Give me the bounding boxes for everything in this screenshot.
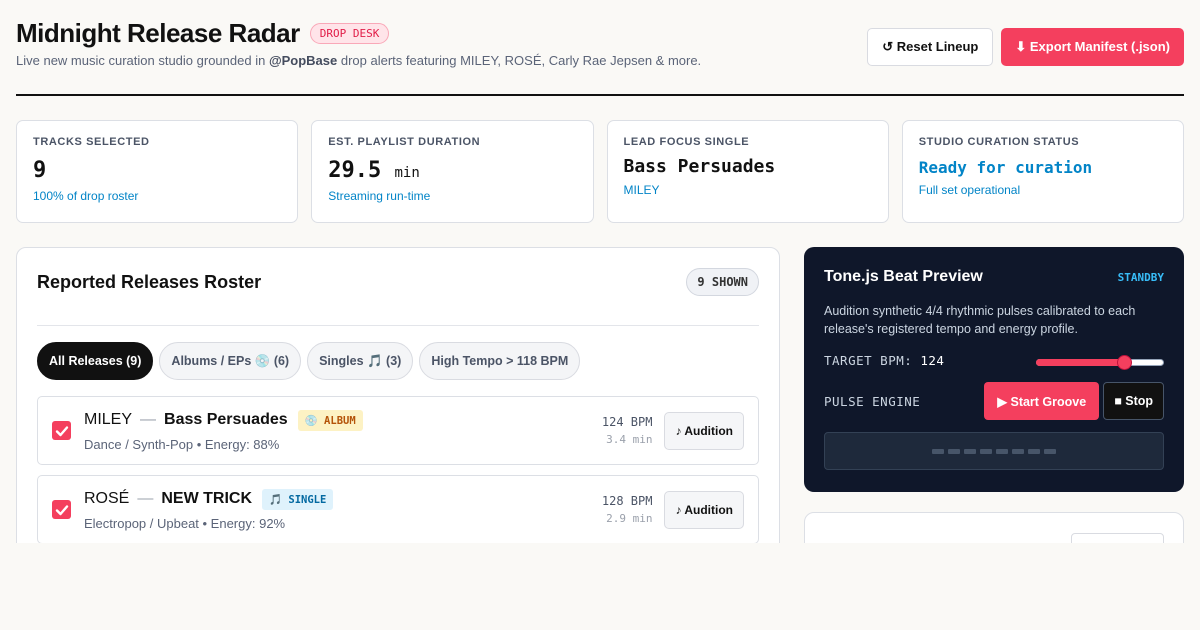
stat-sub: Full set operational: [918, 183, 1021, 197]
roster-header: Reported Releases Roster 9 SHOWN: [37, 268, 759, 326]
beat-preview-title: Tone.js Beat Preview: [824, 268, 983, 285]
release-checkbox[interactable]: [52, 421, 71, 440]
pulse-step: [948, 448, 960, 454]
pulse-step: [1012, 448, 1024, 454]
audition-button[interactable]: ♪ Audition: [664, 411, 744, 450]
stat-label: EST. PLAYLIST DURATION: [328, 136, 481, 148]
target-bpm-label: TARGET BPM: 124: [824, 353, 944, 368]
release-checkbox[interactable]: [52, 500, 71, 519]
stat-unit: min: [394, 165, 420, 181]
stat-value: Ready for curation: [918, 158, 1093, 177]
release-bpm: 128 BPM: [601, 494, 653, 508]
filter-high-tempo[interactable]: High Tempo > 118 BPM: [419, 342, 581, 380]
page-title: Midnight Release Radar: [16, 18, 300, 48]
target-bpm-value: 124: [920, 353, 945, 368]
checkmark-icon: [55, 425, 68, 436]
release-row: ROSÉ — NEW TRICK 🎵 SINGLE Electropop / U…: [37, 475, 759, 544]
release-track: Bass Persuades: [164, 411, 288, 428]
pulse-step: [1044, 448, 1056, 454]
stat-number: 29.5: [328, 158, 382, 183]
release-info: ROSÉ — NEW TRICK 🎵 SINGLE Electropop / U…: [84, 488, 602, 531]
checkmark-icon: [55, 504, 68, 515]
audition-button[interactable]: ♪ Audition: [664, 490, 744, 529]
stats-row: TRACKS SELECTED 9 100% of drop roster ES…: [16, 120, 1184, 223]
stat-label: TRACKS SELECTED: [33, 136, 150, 148]
pulse-step: [1028, 448, 1040, 454]
header-actions: ↺ Reset Lineup ⬇ Export Manifest (.json): [867, 28, 1184, 66]
stat-label: STUDIO CURATION STATUS: [918, 136, 1080, 148]
filter-albums-eps[interactable]: Albums / EPs 💿 (6): [159, 342, 302, 380]
filter-chips: All Releases (9) Albums / EPs 💿 (6) Sing…: [37, 342, 759, 380]
filter-all-releases[interactable]: All Releases (9): [37, 342, 154, 380]
release-row: MILEY — Bass Persuades 💿 ALBUM Dance / S…: [37, 396, 759, 465]
subtitle-suffix: drop alerts featuring MILEY, ROSÉ, Carly…: [337, 53, 702, 68]
release-title-line: MILEY — Bass Persuades 💿 ALBUM: [84, 409, 602, 431]
stat-card-lead-single: LEAD FOCUS SINGLE Bass Persuades MILEY: [606, 120, 889, 223]
stat-value: 9: [33, 158, 47, 183]
app-header: Midnight Release Radar DROP DESK Live ne…: [16, 18, 1184, 96]
beat-preview-panel: Tone.js Beat Preview STANDBY Audition sy…: [804, 247, 1184, 492]
roster-title: Reported Releases Roster: [37, 272, 262, 292]
target-bpm-caption: TARGET BPM:: [824, 353, 913, 368]
bpm-slider-thumb[interactable]: [1117, 354, 1133, 370]
release-duration: 3.4 min: [606, 433, 653, 446]
release-type-tag: 💿 ALBUM: [297, 409, 363, 431]
pulse-visualizer: [824, 432, 1164, 470]
pulse-engine-label: PULSE ENGINE: [824, 393, 921, 409]
shown-count-badge: 9 SHOWN: [686, 268, 759, 296]
beat-preview-header: Tone.js Beat Preview STANDBY: [824, 268, 1164, 286]
release-meta: Dance / Synth-Pop • Energy: 88%: [84, 436, 280, 452]
bpm-slider-fill: [1036, 358, 1125, 366]
stat-value: 29.5 min: [328, 158, 576, 183]
release-artist: MILEY: [84, 411, 133, 428]
pulse-engine-controls: ▶ Start Groove ■ Stop: [984, 382, 1164, 420]
bpm-slider[interactable]: [1036, 354, 1164, 370]
export-manifest-button[interactable]: ⬇ Export Manifest (.json): [1001, 28, 1184, 66]
artist-track-separator: —: [137, 490, 154, 507]
pulse-engine-row: PULSE ENGINE ▶ Start Groove ■ Stop: [824, 382, 1164, 420]
release-meta: Electropop / Upbeat • Energy: 92%: [84, 515, 286, 531]
filter-singles[interactable]: Singles 🎵 (3): [307, 342, 414, 380]
artist-track-separator: —: [140, 411, 157, 428]
release-artist: ROSÉ: [84, 490, 130, 507]
release-info: MILEY — Bass Persuades 💿 ALBUM Dance / S…: [84, 409, 602, 452]
release-type-tag: 🎵 SINGLE: [262, 488, 334, 510]
stat-sub: 100% of drop roster: [33, 189, 139, 203]
stat-sub: MILEY: [623, 183, 660, 197]
target-bpm-row: TARGET BPM: 124: [824, 353, 1164, 370]
stat-card-playlist-duration: EST. PLAYLIST DURATION 29.5 min Streamin…: [311, 120, 594, 223]
viewport-cutoff: [0, 543, 1200, 630]
stat-value: Bass Persuades: [623, 156, 776, 177]
drop-desk-badge: DROP DESK: [309, 23, 390, 44]
popbase-handle: @PopBase: [268, 53, 338, 68]
pulse-step: [932, 448, 944, 454]
release-track: NEW TRICK: [161, 490, 252, 507]
beat-preview-description: Audition synthetic 4/4 rhythmic pulses c…: [824, 304, 1136, 336]
release-list: MILEY — Bass Persuades 💿 ALBUM Dance / S…: [37, 396, 759, 566]
stat-card-tracks-selected: TRACKS SELECTED 9 100% of drop roster: [16, 120, 299, 223]
stop-button[interactable]: ■ Stop: [1103, 382, 1164, 420]
reset-lineup-button[interactable]: ↺ Reset Lineup: [867, 28, 994, 66]
stat-label: LEAD FOCUS SINGLE: [623, 136, 750, 148]
stat-card-curation-status: STUDIO CURATION STATUS Ready for curatio…: [901, 120, 1184, 223]
stat-sub: Streaming run-time: [328, 189, 431, 203]
release-title-line: ROSÉ — NEW TRICK 🎵 SINGLE: [84, 488, 602, 510]
release-duration: 2.9 min: [606, 512, 653, 525]
release-tempo: 128 BPM 2.9 min: [602, 494, 653, 525]
pulse-step: [996, 448, 1008, 454]
pulse-step: [980, 448, 992, 454]
release-bpm: 124 BPM: [601, 415, 653, 429]
start-groove-button[interactable]: ▶ Start Groove: [984, 382, 1100, 420]
release-tempo: 124 BPM 3.4 min: [602, 415, 653, 446]
releases-roster-panel: Reported Releases Roster 9 SHOWN All Rel…: [16, 247, 780, 567]
engine-status: STANDBY: [1117, 270, 1164, 284]
subtitle-prefix: Live new music curation studio grounded …: [16, 53, 269, 68]
pulse-step: [964, 448, 976, 454]
